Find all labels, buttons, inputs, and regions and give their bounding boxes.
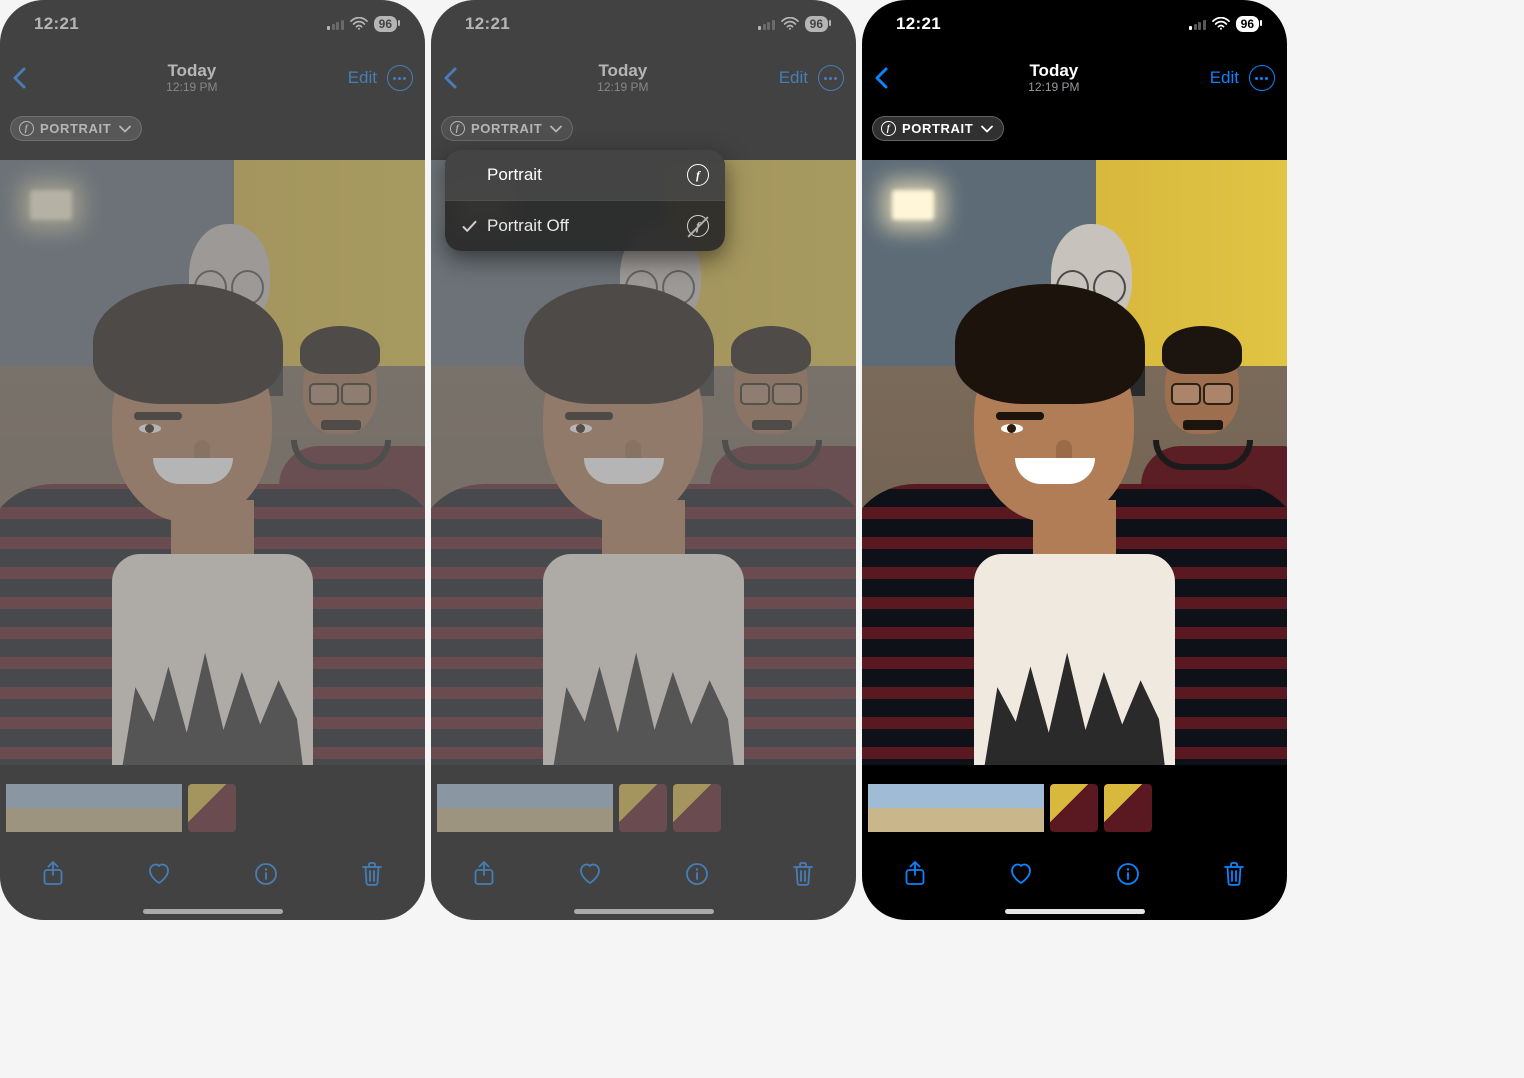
menu-item-label: Portrait	[487, 165, 542, 185]
back-button[interactable]	[443, 67, 467, 89]
share-button[interactable]	[895, 854, 935, 894]
delete-button[interactable]	[1214, 854, 1254, 894]
photo-content	[0, 160, 425, 765]
thumbnail-strip[interactable]	[437, 781, 850, 835]
battery-icon: 96	[805, 16, 828, 32]
cellular-icon	[758, 18, 775, 30]
more-button[interactable]	[387, 65, 413, 91]
screenshot-2-portrait-menu: 12:21 96 Today 12:19 PM Edit f PORTRAIT	[431, 0, 856, 920]
nav-title: Today	[166, 61, 217, 81]
back-button[interactable]	[874, 67, 898, 89]
toolbar	[0, 846, 425, 902]
home-indicator[interactable]	[574, 909, 714, 914]
nav-subtitle: 12:19 PM	[166, 81, 217, 95]
favorite-button[interactable]	[1001, 854, 1041, 894]
menu-item-label: Portrait Off	[487, 216, 569, 236]
wifi-icon	[1212, 17, 1230, 30]
nav-bar: Today 12:19 PM Edit	[0, 52, 425, 104]
delete-button[interactable]	[352, 854, 392, 894]
share-button[interactable]	[464, 854, 504, 894]
photo-content	[862, 160, 1287, 765]
photo-viewport[interactable]	[0, 160, 425, 765]
thumbnail[interactable]	[619, 784, 667, 832]
thumbnail-strip[interactable]	[868, 781, 1281, 835]
nav-bar: Today 12:19 PM Edit	[862, 52, 1287, 104]
portrait-badge-label: PORTRAIT	[902, 121, 973, 136]
wifi-icon	[350, 17, 368, 30]
portrait-badge[interactable]: f PORTRAIT	[872, 116, 1004, 141]
edit-button[interactable]: Edit	[779, 68, 808, 88]
cellular-icon	[1189, 18, 1206, 30]
info-button[interactable]	[677, 854, 717, 894]
favorite-button[interactable]	[139, 854, 179, 894]
delete-button[interactable]	[783, 854, 823, 894]
menu-item-portrait[interactable]: Portrait f	[445, 150, 725, 200]
info-button[interactable]	[246, 854, 286, 894]
favorite-button[interactable]	[570, 854, 610, 894]
wifi-icon	[781, 17, 799, 30]
chevron-down-icon	[550, 125, 562, 133]
checkmark-icon	[461, 220, 477, 233]
back-button[interactable]	[12, 67, 36, 89]
status-bar: 12:21 96	[862, 0, 1287, 48]
info-button[interactable]	[1108, 854, 1148, 894]
battery-icon: 96	[1236, 16, 1259, 32]
aperture-icon: f	[19, 121, 34, 136]
screenshot-1-portrait-badge: 12:21 96 Today 12:19 PM Edit f PORTRAIT	[0, 0, 425, 920]
portrait-badge-label: PORTRAIT	[471, 121, 542, 136]
chevron-down-icon	[981, 125, 993, 133]
more-button[interactable]	[818, 65, 844, 91]
portrait-badge[interactable]: f PORTRAIT	[10, 116, 142, 141]
thumbnail[interactable]	[1050, 784, 1098, 832]
home-indicator[interactable]	[143, 909, 283, 914]
edit-button[interactable]: Edit	[348, 68, 377, 88]
screenshot-3-result: 12:21 96 Today 12:19 PM Edit f PORTRAIT	[862, 0, 1287, 920]
status-time: 12:21	[465, 14, 510, 34]
toolbar	[862, 846, 1287, 902]
more-button[interactable]	[1249, 65, 1275, 91]
status-bar: 12:21 96	[431, 0, 856, 48]
toolbar	[431, 846, 856, 902]
status-bar: 12:21 96	[0, 0, 425, 48]
share-button[interactable]	[33, 854, 73, 894]
menu-item-portrait-off[interactable]: Portrait Off f	[445, 200, 725, 251]
aperture-icon: f	[881, 121, 896, 136]
nav-title: Today	[597, 61, 648, 81]
nav-subtitle: 12:19 PM	[1028, 81, 1079, 95]
aperture-icon: f	[687, 164, 709, 186]
edit-button[interactable]: Edit	[1210, 68, 1239, 88]
nav-title: Today	[1028, 61, 1079, 81]
thumbnail-current[interactable]	[188, 784, 236, 832]
thumbnail-current[interactable]	[673, 784, 721, 832]
portrait-badge-label: PORTRAIT	[40, 121, 111, 136]
photo-viewport[interactable]	[862, 160, 1287, 765]
aperture-icon: f	[450, 121, 465, 136]
portrait-badge[interactable]: f PORTRAIT	[441, 116, 573, 141]
home-indicator[interactable]	[1005, 909, 1145, 914]
thumbnail-strip[interactable]	[6, 781, 419, 835]
chevron-down-icon	[119, 125, 131, 133]
aperture-off-icon: f	[687, 215, 709, 237]
nav-bar: Today 12:19 PM Edit	[431, 52, 856, 104]
cellular-icon	[327, 18, 344, 30]
nav-subtitle: 12:19 PM	[597, 81, 648, 95]
thumbnail-current[interactable]	[1104, 784, 1152, 832]
battery-icon: 96	[374, 16, 397, 32]
status-time: 12:21	[896, 14, 941, 34]
portrait-menu: Portrait f Portrait Off f	[445, 150, 725, 251]
status-time: 12:21	[34, 14, 79, 34]
